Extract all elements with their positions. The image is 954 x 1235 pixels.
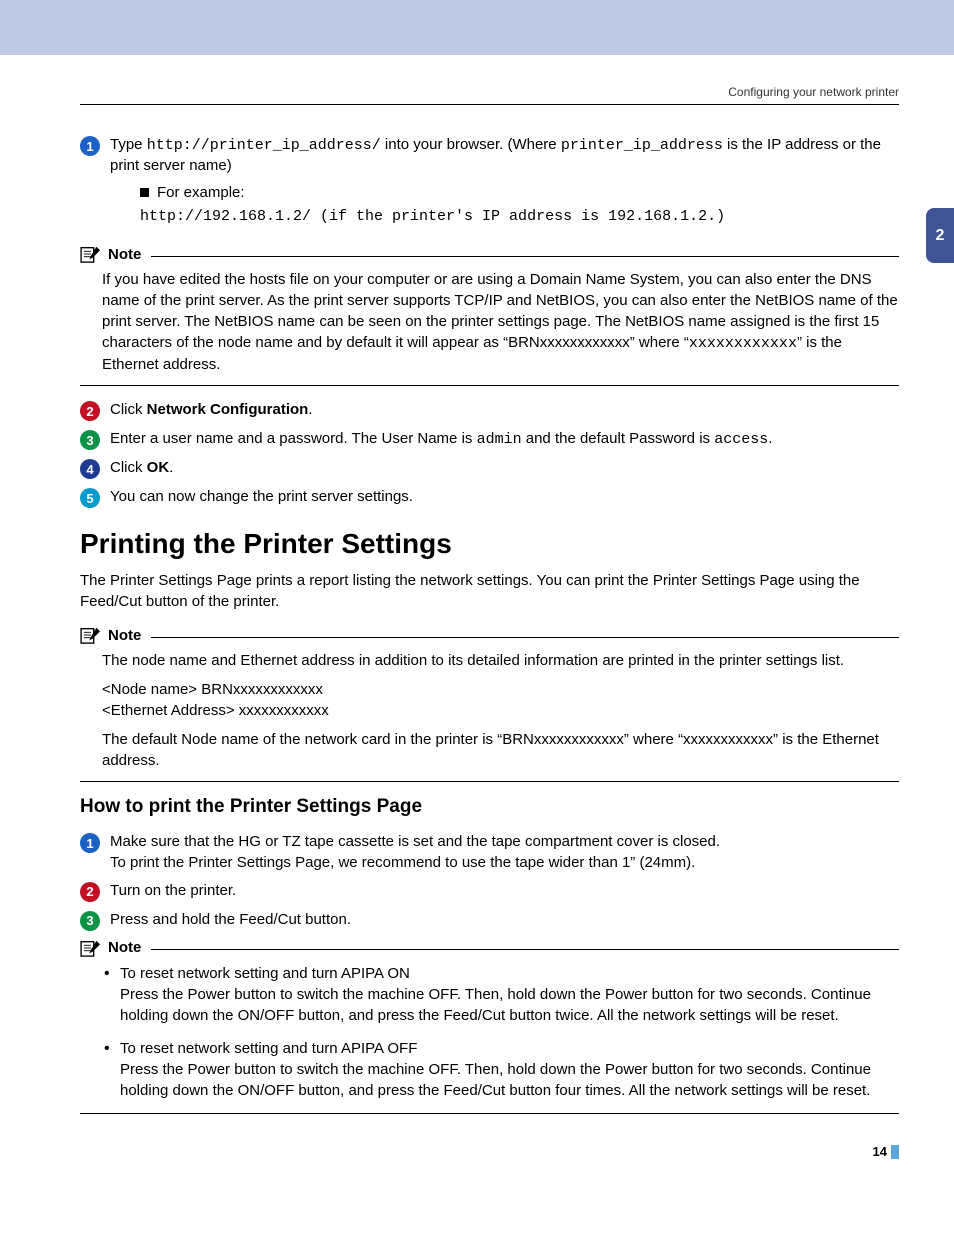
step-badge-5: 5 — [80, 488, 100, 508]
step-badge-c1: 1 — [80, 833, 100, 853]
note-3-body: To reset network setting and turn APIPA … — [102, 963, 899, 1101]
subheading: How to print the Printer Settings Page — [80, 796, 899, 818]
step-badge-2: 2 — [80, 401, 100, 421]
header-title: Configuring your network printer — [728, 85, 899, 99]
step-1-sub: For example: — [140, 183, 899, 203]
note-1-label: Note — [108, 246, 141, 263]
step-c1: 1 Make sure that the HG or TZ tape casse… — [80, 832, 899, 873]
step-badge-3: 3 — [80, 430, 100, 450]
section-intro: The Printer Settings Page prints a repor… — [80, 570, 899, 612]
note-1: Note If you have edited the hosts file o… — [80, 245, 899, 386]
step-badge-c2: 2 — [80, 882, 100, 902]
note-2-body: The node name and Ethernet address in ad… — [102, 650, 899, 771]
step-4: 4 Click OK. — [80, 458, 899, 479]
note-icon — [80, 245, 102, 263]
chapter-tab: 2 — [926, 208, 954, 263]
step-1-code: http://192.168.1.2/ (if the printer's IP… — [140, 207, 899, 227]
step-1: 1 Type http://printer_ip_address/ into y… — [80, 135, 899, 237]
page-header: Configuring your network printer — [80, 85, 899, 105]
page-number-accent — [891, 1145, 899, 1159]
page-content: Configuring your network printer 2 1 Typ… — [0, 55, 954, 1199]
note-3-item-2: To reset network setting and turn APIPA … — [102, 1038, 899, 1101]
note-2-label: Note — [108, 627, 141, 644]
square-bullet-icon — [140, 188, 149, 197]
step-badge-1: 1 — [80, 136, 100, 156]
step-5: 5 You can now change the print server se… — [80, 487, 899, 508]
section-title: Printing the Printer Settings — [80, 528, 899, 560]
note-icon — [80, 939, 102, 957]
step-c2: 2 Turn on the printer. — [80, 881, 899, 902]
step-c3: 3 Press and hold the Feed/Cut button. — [80, 910, 899, 931]
note-3-item-1: To reset network setting and turn APIPA … — [102, 963, 899, 1026]
step-3: 3 Enter a user name and a password. The … — [80, 429, 899, 450]
step-1-body: Type http://printer_ip_address/ into you… — [110, 135, 899, 237]
note-3-label: Note — [108, 939, 141, 956]
top-banner — [0, 0, 954, 55]
step-2: 2 Click Network Configuration. — [80, 400, 899, 421]
step-badge-4: 4 — [80, 459, 100, 479]
note-1-body: If you have edited the hosts file on you… — [102, 269, 899, 375]
page-number: 14 — [80, 1144, 899, 1160]
note-2: Note The node name and Ethernet address … — [80, 626, 899, 782]
note-icon — [80, 626, 102, 644]
step-badge-c3: 3 — [80, 911, 100, 931]
note-3: Note To reset network setting and turn A… — [80, 939, 899, 1114]
